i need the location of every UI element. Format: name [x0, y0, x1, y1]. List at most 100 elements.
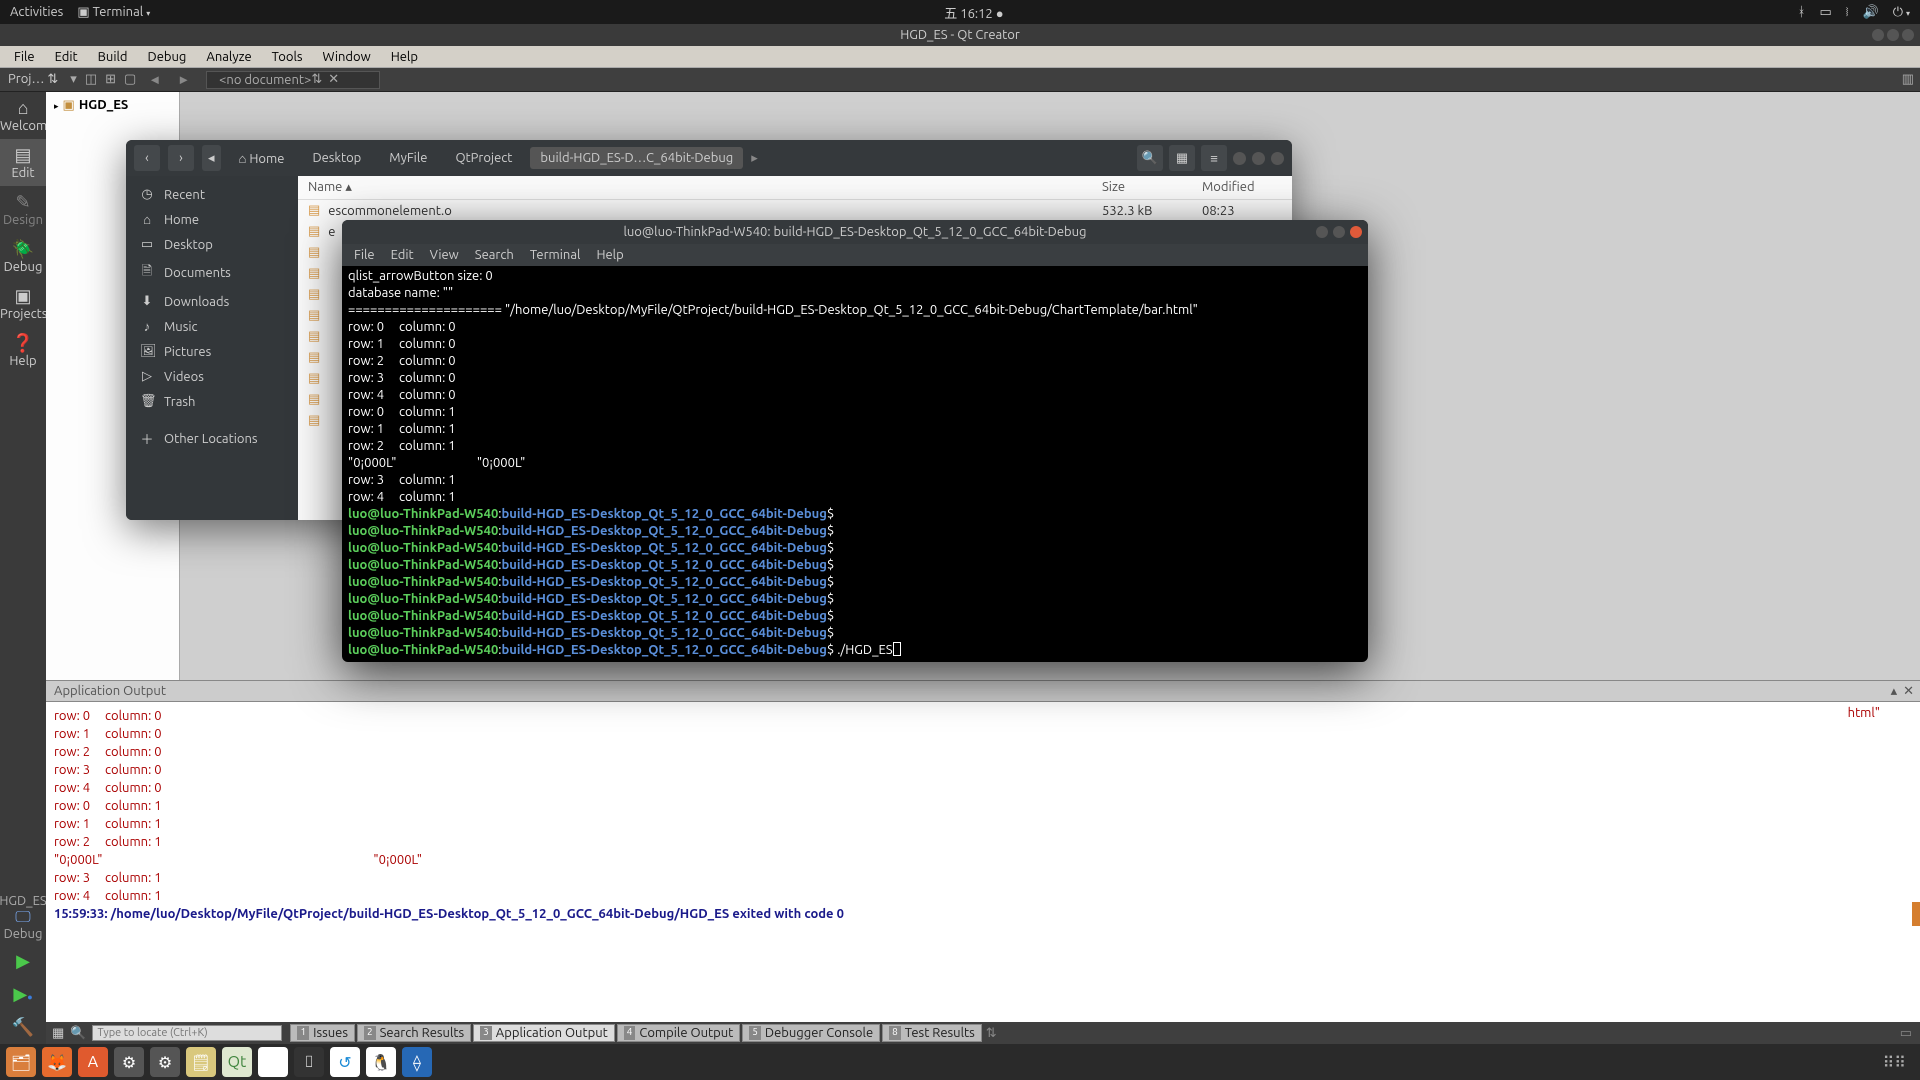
- col-name[interactable]: Name ▴: [308, 180, 1102, 195]
- crumb-build[interactable]: build-HGD_ES-D…C_64bit-Debug: [530, 147, 743, 169]
- dock-apps-grid[interactable]: ⠿⠿: [1883, 1053, 1906, 1072]
- files-minimize[interactable]: [1233, 152, 1246, 165]
- side-music[interactable]: ♪Music: [126, 314, 298, 339]
- menu-help[interactable]: Help: [383, 48, 426, 66]
- menu-window[interactable]: Window: [315, 48, 379, 66]
- close-pane-icon[interactable]: ▢: [120, 72, 140, 87]
- run-debug-button[interactable]: ▶●: [0, 978, 46, 1011]
- tabs-more-icon[interactable]: ⇅: [986, 1026, 997, 1041]
- col-modified[interactable]: Modified: [1202, 180, 1282, 195]
- crumb-qtproject[interactable]: QtProject: [445, 147, 522, 169]
- kit-selector[interactable]: HGD_ES 🖵 Debug: [0, 890, 49, 945]
- dock-teamviewer[interactable]: ↺: [330, 1047, 360, 1077]
- files-menu-button[interactable]: ≡: [1201, 145, 1227, 171]
- dock-settings2[interactable]: ⚙: [150, 1047, 180, 1077]
- close-sidebar-icon[interactable]: ▦: [52, 1026, 64, 1041]
- split-right-icon[interactable]: ▥: [1902, 72, 1914, 87]
- side-home[interactable]: ⌂Home: [126, 207, 298, 232]
- close-button[interactable]: [1902, 29, 1914, 41]
- side-pictures[interactable]: 🖼Pictures: [126, 339, 298, 364]
- menu-analyze[interactable]: Analyze: [198, 48, 259, 66]
- crumb-desktop[interactable]: Desktop: [302, 147, 371, 169]
- split-icon[interactable]: ⊞: [101, 72, 120, 87]
- activities-button[interactable]: Activities: [10, 5, 63, 19]
- tab-application-output[interactable]: 3Application Output: [473, 1024, 615, 1042]
- term-menu-terminal[interactable]: Terminal: [522, 246, 589, 264]
- menu-build[interactable]: Build: [90, 48, 136, 66]
- battery-icon[interactable]: ▭: [1819, 5, 1831, 20]
- tab-issues[interactable]: 1Issues: [290, 1024, 355, 1042]
- mode-help[interactable]: ❓Help: [0, 327, 46, 374]
- terminal-body[interactable]: qlist_arrowButton size: 0 database name:…: [342, 266, 1368, 661]
- files-maximize[interactable]: [1252, 152, 1265, 165]
- scrollbar-marker[interactable]: [1912, 902, 1920, 926]
- panel-clock[interactable]: 五 16:12 ●: [150, 3, 1797, 22]
- dock-chrome[interactable]: ◉: [258, 1047, 288, 1077]
- files-search-button[interactable]: 🔍: [1137, 145, 1163, 171]
- mode-projects[interactable]: ▣Projects: [0, 280, 46, 327]
- files-close[interactable]: [1271, 152, 1284, 165]
- panel-tray[interactable]: ᚼ ▭ ⧘ 🔊 ⏻▾: [1798, 5, 1910, 20]
- dock-qq[interactable]: 🐧: [366, 1047, 396, 1077]
- dock-qt[interactable]: Qt: [222, 1047, 252, 1077]
- nav-back[interactable]: ◄: [140, 72, 169, 87]
- output-close-icon[interactable]: ✕: [1903, 684, 1914, 699]
- project-root-node[interactable]: ▸▣HGD_ES: [50, 96, 175, 115]
- volume-icon[interactable]: 🔊: [1863, 5, 1879, 20]
- side-recent[interactable]: ◷Recent: [126, 182, 298, 207]
- mode-design[interactable]: ✎Design: [0, 186, 46, 233]
- wifi-icon[interactable]: ⧘: [1846, 5, 1849, 20]
- side-documents[interactable]: 🗎Documents: [126, 257, 298, 289]
- menu-debug[interactable]: Debug: [140, 48, 195, 66]
- maximize-button[interactable]: [1887, 29, 1899, 41]
- menu-tools[interactable]: Tools: [264, 48, 311, 66]
- files-view-button[interactable]: ▦: [1169, 145, 1195, 171]
- filter-icon[interactable]: ▾: [66, 72, 81, 87]
- nav-forward[interactable]: ►: [169, 72, 198, 87]
- build-button[interactable]: 🔨: [0, 1011, 46, 1044]
- term-menu-file[interactable]: File: [346, 246, 383, 264]
- tab-test-results[interactable]: 8Test Results: [882, 1024, 982, 1042]
- crumb-home[interactable]: ⌂ Home: [229, 147, 295, 170]
- crumb-myfile[interactable]: MyFile: [379, 147, 437, 169]
- files-back-button[interactable]: ‹: [134, 145, 160, 171]
- dock-software[interactable]: A: [78, 1047, 108, 1077]
- dock-settings[interactable]: ⚙: [114, 1047, 144, 1077]
- locator-input[interactable]: [92, 1025, 282, 1041]
- project-selector[interactable]: Proj… ⇅: [0, 72, 66, 87]
- term-close[interactable]: [1350, 226, 1362, 238]
- output-up-icon[interactable]: ▴: [1891, 684, 1898, 699]
- term-maximize[interactable]: [1333, 226, 1345, 238]
- term-minimize[interactable]: [1316, 226, 1328, 238]
- minimize-button[interactable]: [1872, 29, 1884, 41]
- crumb-more-icon[interactable]: ▸: [751, 151, 758, 166]
- mode-welcome[interactable]: ⌂Welcome: [0, 92, 46, 139]
- progress-icon[interactable]: ▭: [1900, 1026, 1920, 1041]
- mode-debug[interactable]: 🪲Debug: [0, 233, 46, 280]
- bluetooth-icon[interactable]: ᚼ: [1798, 5, 1806, 19]
- sync-icon[interactable]: ◫: [81, 72, 101, 87]
- dock-notes[interactable]: 🗒: [186, 1047, 216, 1077]
- side-trash[interactable]: 🗑Trash: [126, 389, 298, 414]
- panel-app-menu[interactable]: ▣ Terminal▾: [77, 5, 150, 20]
- mode-edit[interactable]: ▤Edit: [0, 139, 46, 186]
- side-videos[interactable]: ▷Videos: [126, 364, 298, 389]
- side-downloads[interactable]: ⬇Downloads: [126, 289, 298, 314]
- tab-compile-output[interactable]: 4Compile Output: [617, 1024, 741, 1042]
- col-size[interactable]: Size: [1102, 180, 1202, 195]
- dock-firefox[interactable]: 🦊: [42, 1047, 72, 1077]
- term-menu-help[interactable]: Help: [588, 246, 631, 264]
- files-forward-button[interactable]: ›: [168, 145, 194, 171]
- crumb-root[interactable]: ◂: [202, 145, 221, 171]
- run-button[interactable]: ▶: [0, 945, 46, 978]
- power-icon[interactable]: ⏻▾: [1893, 5, 1910, 20]
- application-output-pane[interactable]: html"row: 0 column: 0 row: 1 column: 0 r…: [46, 702, 1920, 1022]
- dock-vscode[interactable]: ⟠: [402, 1047, 432, 1077]
- menu-edit[interactable]: Edit: [47, 48, 86, 66]
- tab-search-results[interactable]: 2Search Results: [357, 1024, 471, 1042]
- side-desktop[interactable]: ▭Desktop: [126, 232, 298, 257]
- dock-files[interactable]: 🗂: [6, 1047, 36, 1077]
- term-menu-search[interactable]: Search: [467, 246, 522, 264]
- file-row[interactable]: ▤ escommonelement.o 532.3 kB 08:23: [298, 200, 1292, 221]
- document-selector[interactable]: <no document> ⇅ ✕: [206, 71, 380, 89]
